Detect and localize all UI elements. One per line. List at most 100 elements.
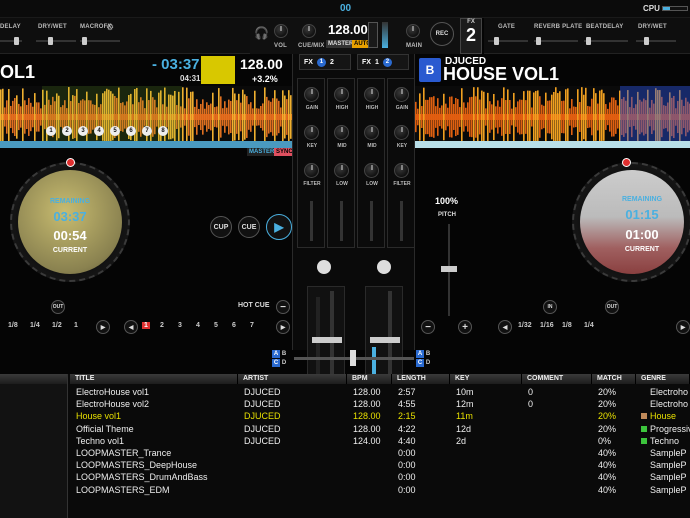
library-sidebar[interactable] <box>0 374 68 518</box>
eq-mini-fader[interactable] <box>400 201 403 241</box>
column-header[interactable]: ARTIST <box>238 374 347 384</box>
hotcue-button[interactable]: 7 <box>250 322 254 329</box>
eq-knob[interactable] <box>334 87 349 102</box>
cue-b-headphones-icon[interactable] <box>377 260 391 274</box>
loop-size-button[interactable]: 1/16 <box>540 322 554 329</box>
column-header[interactable]: KEY <box>450 374 522 384</box>
deck-b-pitch-minus[interactable]: − <box>421 320 435 334</box>
eq-knob[interactable] <box>334 163 349 178</box>
deck-a-hotcue-prev[interactable]: ◀ <box>124 320 138 334</box>
fx2-b[interactable]: 2 <box>382 57 392 67</box>
beat-marker[interactable]: 8 <box>158 126 168 136</box>
table-row[interactable]: LOOPMASTERS_DrumAndBass 0:00 40% SampleP <box>70 471 690 483</box>
table-row[interactable]: House vol1 DJUCED 128.00 2:15 11m 20% House <box>70 410 690 422</box>
deck-b-letter[interactable]: B <box>419 58 441 82</box>
cue-a-headphones-icon[interactable] <box>317 260 331 274</box>
column-header[interactable]: BPM <box>347 374 392 384</box>
loop-size-button[interactable]: 1/8 <box>8 322 18 329</box>
loop-size-button[interactable]: 1/2 <box>52 322 62 329</box>
hotcue-button[interactable]: 2 <box>160 322 164 329</box>
mixer-fx2[interactable]: FX 1 2 <box>357 54 409 70</box>
hotcue-button[interactable]: 5 <box>214 322 218 329</box>
crossfader-assign-c[interactable]: C <box>416 359 424 367</box>
mixer-fx1[interactable]: FX 1 2 <box>299 54 351 70</box>
deck-b-pitch-plus[interactable]: + <box>458 320 472 334</box>
fx-selector[interactable]: FX 2 <box>460 18 482 54</box>
crossfader-assign-d[interactable]: D <box>280 359 288 367</box>
crossfader-assign-b[interactable]: B <box>424 350 432 358</box>
master-button[interactable]: MASTER <box>326 40 356 48</box>
vol-knob[interactable] <box>274 24 288 38</box>
eq-knob[interactable] <box>394 163 409 178</box>
eq-knob[interactable] <box>304 87 319 102</box>
crossfader-assign-right[interactable]: ABCD <box>416 350 430 370</box>
crossfader-assign-d[interactable]: D <box>424 359 432 367</box>
column-header[interactable]: MATCH <box>592 374 636 384</box>
delay-fader[interactable] <box>0 37 22 45</box>
crossfader-assign-c[interactable]: C <box>272 359 280 367</box>
gate-fader[interactable] <box>488 37 528 45</box>
fx1-b[interactable]: 2 <box>330 59 334 66</box>
deck-b-out-button[interactable]: OUT <box>605 300 619 314</box>
deck-b-waveform[interactable] <box>415 86 690 148</box>
deck-a-cue-button[interactable]: CUE <box>238 216 260 238</box>
beat-marker[interactable]: 3 <box>78 126 88 136</box>
deck-indicator[interactable]: 00 <box>340 3 351 14</box>
beat-marker[interactable]: 6 <box>126 126 136 136</box>
eq-mini-fader[interactable] <box>370 201 373 241</box>
drywet-fader[interactable] <box>36 37 76 45</box>
hotcue-button[interactable]: 1 <box>142 322 150 329</box>
cue-mix-knob[interactable] <box>302 24 316 38</box>
eq-knob[interactable] <box>364 125 379 140</box>
loop-size-button[interactable]: 1/8 <box>562 322 572 329</box>
beat-marker[interactable]: 2 <box>62 126 72 136</box>
deck-a-hotcue-next[interactable]: ▶ <box>276 320 290 334</box>
column-header[interactable]: TITLE <box>70 374 238 384</box>
loop-size-button[interactable]: 1/32 <box>518 322 532 329</box>
main-knob[interactable] <box>406 24 420 38</box>
beat-marker[interactable]: 1 <box>46 126 56 136</box>
reverb-fader[interactable] <box>534 37 578 45</box>
deck-b-in-button[interactable]: IN <box>543 300 557 314</box>
drywet-fader-right[interactable] <box>636 37 676 45</box>
deck-b-loop-next[interactable]: ▶ <box>676 320 690 334</box>
deck-a-play-button[interactable]: ▶ <box>266 214 292 240</box>
deck-a-master-button[interactable]: MASTER <box>247 148 277 156</box>
crossfader-assign-a[interactable]: A <box>416 350 424 358</box>
table-row[interactable]: ElectroHouse vol2 DJUCED 128.00 4:55 12m 0 20%… <box>70 398 690 410</box>
eq-knob[interactable] <box>364 87 379 102</box>
fx2-a[interactable]: 1 <box>375 59 379 66</box>
column-header[interactable]: GENRE <box>636 374 690 384</box>
beat-marker[interactable]: 7 <box>142 126 152 136</box>
deck-b-loop-prev[interactable]: ◀ <box>498 320 512 334</box>
fx1-a[interactable]: 1 <box>316 57 326 67</box>
macrofx-fader[interactable] <box>80 37 120 45</box>
deck-b-pitch-handle[interactable] <box>441 266 457 272</box>
hotcue-button[interactable]: 6 <box>232 322 236 329</box>
deck-a-out-button[interactable]: OUT <box>51 300 65 314</box>
eq-knob[interactable] <box>364 163 379 178</box>
deck-a-cup-button[interactable]: CUP <box>210 216 232 238</box>
column-header[interactable]: COMMENT <box>522 374 592 384</box>
deck-b-jog[interactable] <box>580 170 684 274</box>
deck-a-hotcue-minus[interactable]: − <box>276 300 290 314</box>
gear-icon[interactable]: ⚙ <box>106 22 114 33</box>
beat-marker[interactable]: 5 <box>110 126 120 136</box>
crossfader-assign-left[interactable]: ABCD <box>272 350 286 370</box>
headphones-icon[interactable]: 🎧 <box>254 26 269 40</box>
table-row[interactable]: LOOPMASTERS_DeepHouse 0:00 40% SampleP <box>70 459 690 471</box>
eq-mini-fader[interactable] <box>310 201 313 241</box>
eq-knob[interactable] <box>394 87 409 102</box>
table-row[interactable]: LOOPMASTERS_EDM 0:00 40% SampleP <box>70 484 690 496</box>
table-row[interactable]: Techno vol1 DJUCED 124.00 4:40 2d 0% Techno <box>70 435 690 447</box>
crossfader-assign-b[interactable]: B <box>280 350 288 358</box>
deck-a-loop-next[interactable]: ▶ <box>96 320 110 334</box>
eq-knob[interactable] <box>394 125 409 140</box>
eq-mini-fader[interactable] <box>340 201 343 241</box>
crossfader-assign-a[interactable]: A <box>272 350 280 358</box>
eq-knob[interactable] <box>304 163 319 178</box>
table-row[interactable]: Official Theme DJUCED 128.00 4:22 12d 20% Prog… <box>70 423 690 435</box>
loop-size-button[interactable]: 1 <box>74 322 78 329</box>
crossfader-handle[interactable] <box>350 350 356 366</box>
rec-button[interactable]: REC <box>430 22 454 46</box>
